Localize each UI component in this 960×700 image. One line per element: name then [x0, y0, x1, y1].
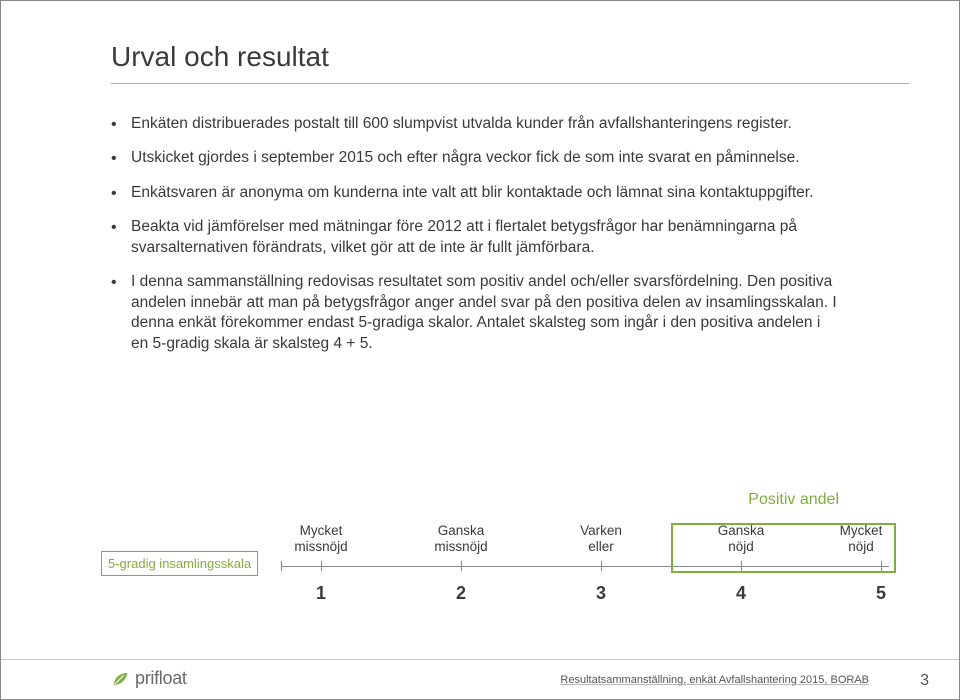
leaf-icon	[111, 670, 129, 688]
slide-footer: prifloat Resultatsammanställning, enkät …	[1, 659, 959, 699]
positive-andel-label: Positiv andel	[748, 491, 839, 509]
footer-text: Resultatsammanställning, enkät Avfallsha…	[560, 674, 869, 686]
positive-range-box	[671, 523, 896, 573]
scale-num-4: 4	[736, 583, 746, 604]
scale-tick	[281, 561, 282, 571]
scale-diagram: 5-gradig insamlingsskala Mycketmissnöjd …	[101, 521, 899, 611]
scale-key-label: 5-gradig insamlingsskala	[101, 551, 258, 576]
scale-tick	[321, 561, 322, 571]
bullet-item: Enkäten distribuerades postalt till 600 …	[111, 114, 841, 134]
scale-num-5: 5	[876, 583, 886, 604]
scale-label-3: Varkeneller	[580, 523, 622, 554]
title-rule	[111, 83, 909, 84]
scale-num-3: 3	[596, 583, 606, 604]
scale-tick	[461, 561, 462, 571]
scale-label-2: Ganskamissnöjd	[434, 523, 487, 554]
bullet-list: Enkäten distribuerades postalt till 600 …	[101, 114, 841, 354]
scale-tick	[601, 561, 602, 571]
scale-num-2: 2	[456, 583, 466, 604]
bullet-item: I denna sammanställning redovisas result…	[111, 272, 841, 354]
bullet-item: Beakta vid jämförelser med mätningar för…	[111, 217, 841, 258]
bullet-item: Utskicket gjordes i september 2015 och e…	[111, 148, 841, 168]
slide: Urval och resultat Enkäten distribuerade…	[0, 0, 960, 700]
scale-num-1: 1	[316, 583, 326, 604]
logo-text: prifloat	[135, 668, 187, 689]
scale-label-1: Mycketmissnöjd	[294, 523, 347, 554]
page-number: 3	[920, 672, 929, 690]
page-title: Urval och resultat	[111, 41, 899, 73]
logo: prifloat	[111, 668, 187, 689]
bullet-item: Enkätsvaren är anonyma om kunderna inte …	[111, 183, 841, 203]
